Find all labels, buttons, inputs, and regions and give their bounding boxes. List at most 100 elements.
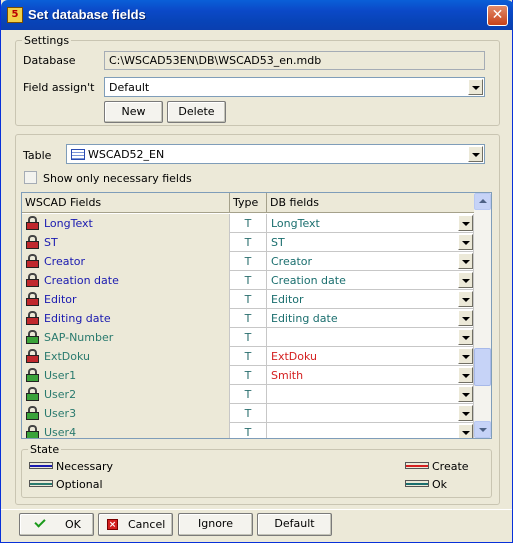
lock-icon — [26, 368, 39, 382]
field-assign-value: Default — [109, 81, 150, 94]
wscad-field-cell[interactable]: User1 — [22, 366, 230, 385]
table-row[interactable]: User4 T — [22, 423, 474, 438]
db-field-value: Editor — [271, 293, 304, 306]
chevron-down-icon[interactable] — [458, 367, 473, 383]
db-field-cell[interactable]: Smith — [267, 366, 474, 385]
wscad-field-cell[interactable]: SAP-Number — [22, 328, 230, 347]
necessary-swatch — [29, 462, 53, 469]
table-row[interactable]: Creation date T Creation date — [22, 271, 474, 290]
chevron-down-icon[interactable] — [468, 146, 483, 162]
table-row[interactable]: ST T ST — [22, 233, 474, 252]
close-button[interactable]: ✕ — [487, 5, 508, 26]
new-button[interactable]: New — [104, 101, 163, 123]
header-wscad-fields[interactable]: WSCAD Fields — [22, 193, 230, 213]
chevron-down-icon[interactable] — [458, 272, 473, 288]
db-field-cell[interactable] — [267, 423, 474, 438]
header-db-fields[interactable]: DB fields — [267, 193, 474, 213]
wscad-field-cell[interactable]: ExtDoku — [22, 347, 230, 366]
scroll-up-icon[interactable] — [474, 193, 491, 210]
optional-swatch — [29, 480, 53, 487]
table-row[interactable]: User2 T — [22, 385, 474, 404]
table-row[interactable]: User3 T — [22, 404, 474, 423]
wscad-field-cell[interactable]: LongText — [22, 214, 230, 233]
fields-grid: WSCAD Fields Type DB fields LongText T Lon… — [21, 192, 492, 439]
show-necessary-label[interactable]: Show only necessary fields — [43, 172, 192, 185]
lock-icon — [26, 273, 39, 287]
table-row[interactable]: Editing date T Editing date — [22, 309, 474, 328]
wscad-field-cell[interactable]: Editing date — [22, 309, 230, 328]
ok-button[interactable]: OK — [19, 513, 94, 536]
db-field-cell[interactable] — [267, 328, 474, 347]
table-row[interactable]: Editor T Editor — [22, 290, 474, 309]
scroll-down-icon[interactable] — [474, 421, 491, 438]
chevron-down-icon[interactable] — [458, 234, 473, 250]
lock-icon — [26, 330, 39, 344]
type-cell: T — [230, 309, 267, 328]
create-label: Create — [432, 460, 469, 473]
table-row[interactable]: ExtDoku T ExtDoku — [22, 347, 474, 366]
table-value: WSCAD52_EN — [88, 148, 165, 161]
wscad-field-name: User2 — [44, 388, 77, 401]
table-row[interactable]: User1 T Smith — [22, 366, 474, 385]
chevron-down-icon[interactable] — [458, 215, 473, 231]
chevron-down-icon[interactable] — [458, 253, 473, 269]
db-field-cell[interactable]: Editing date — [267, 309, 474, 328]
database-label: Database — [23, 54, 76, 67]
chevron-down-icon[interactable] — [458, 291, 473, 307]
type-cell: T — [230, 423, 267, 438]
db-field-value: Editing date — [271, 312, 338, 325]
title-bar[interactable]: 5 Set database fields ✕ — [1, 0, 513, 30]
type-cell: T — [230, 214, 267, 233]
cancel-button[interactable]: × Cancel — [98, 513, 173, 536]
ignore-button[interactable]: Ignore — [178, 513, 253, 536]
table-select[interactable]: WSCAD52_EN — [66, 144, 485, 164]
database-path-field: C:\WSCAD53EN\DB\WSCAD53_en.mdb — [104, 51, 485, 70]
chevron-down-icon[interactable] — [458, 310, 473, 326]
db-field-cell[interactable]: ExtDoku — [267, 347, 474, 366]
chevron-down-icon[interactable] — [468, 79, 483, 95]
chevron-down-icon[interactable] — [458, 329, 473, 345]
default-button[interactable]: Default — [257, 513, 332, 536]
x-icon: × — [107, 519, 118, 530]
chevron-down-icon[interactable] — [458, 405, 473, 421]
delete-button[interactable]: Delete — [167, 101, 226, 123]
wscad-field-cell[interactable]: ST — [22, 233, 230, 252]
chevron-down-icon[interactable] — [458, 348, 473, 364]
scroll-thumb[interactable] — [474, 348, 491, 386]
show-necessary-checkbox[interactable] — [24, 171, 37, 184]
wscad-field-cell[interactable]: Creator — [22, 252, 230, 271]
wscad-field-name: Editor — [44, 293, 77, 306]
wscad-field-cell[interactable]: User3 — [22, 404, 230, 423]
wscad-field-name: LongText — [44, 217, 93, 230]
lock-icon — [26, 216, 39, 230]
state-legend: State — [30, 443, 60, 456]
grid-scrollbar[interactable] — [474, 193, 491, 438]
wscad-field-cell[interactable]: Editor — [22, 290, 230, 309]
wscad-field-cell[interactable]: Creation date — [22, 271, 230, 290]
db-field-cell[interactable]: LongText — [267, 214, 474, 233]
chevron-down-icon[interactable] — [458, 424, 473, 438]
lock-icon — [26, 254, 39, 268]
wscad-field-cell[interactable]: User2 — [22, 385, 230, 404]
header-type[interactable]: Type — [230, 193, 267, 213]
table-row[interactable]: LongText T LongText — [22, 214, 474, 233]
ok-button-label: OK — [65, 518, 81, 531]
db-field-cell[interactable] — [267, 404, 474, 423]
type-cell: T — [230, 347, 267, 366]
table-row[interactable]: Creator T Creator — [22, 252, 474, 271]
db-field-cell[interactable]: ST — [267, 233, 474, 252]
wscad-field-cell[interactable]: User4 — [22, 423, 230, 438]
settings-legend: Settings — [24, 34, 70, 47]
db-field-cell[interactable]: Creator — [267, 252, 474, 271]
chevron-down-icon[interactable] — [458, 386, 473, 402]
db-field-cell[interactable] — [267, 385, 474, 404]
lock-icon — [26, 387, 39, 401]
db-field-cell[interactable]: Creation date — [267, 271, 474, 290]
wscad-field-name: Creator — [44, 255, 86, 268]
type-cell: T — [230, 252, 267, 271]
field-assign-select[interactable]: Default — [104, 77, 485, 97]
create-swatch — [405, 462, 429, 469]
table-row[interactable]: SAP-Number T — [22, 328, 474, 347]
lock-icon — [26, 349, 39, 363]
db-field-cell[interactable]: Editor — [267, 290, 474, 309]
